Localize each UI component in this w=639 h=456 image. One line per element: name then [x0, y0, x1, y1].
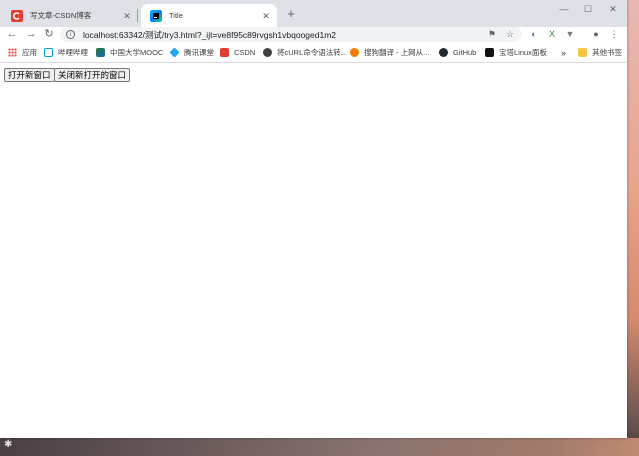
bookmark-bilibili[interactable]: 哔哩哔哩: [44, 46, 88, 59]
star-icon[interactable]: ☆: [504, 29, 516, 40]
close-window-icon[interactable]: ✕: [601, 3, 625, 15]
bookmark-curl[interactable]: 将cURL命令语法转...: [263, 46, 347, 59]
bookmark-sogou[interactable]: 搜狗翻译 - 上网从...: [350, 46, 429, 59]
tencent-icon: [169, 47, 180, 58]
webstorm-icon: [150, 9, 162, 22]
bookmark-github[interactable]: GitHub: [439, 46, 476, 59]
extension-icon[interactable]: ◐: [527, 27, 541, 42]
tab-title: Title: [169, 11, 183, 20]
minimize-icon[interactable]: —: [552, 3, 576, 15]
close-icon[interactable]: ✕: [261, 11, 271, 21]
tab-divider: [137, 9, 138, 22]
desktop-wallpaper-bottom: [0, 438, 639, 456]
menu-icon[interactable]: ⋮: [607, 27, 621, 42]
open-window-button[interactable]: 打开新窗口: [4, 68, 55, 82]
folder-icon: [578, 48, 587, 57]
bookmark-csdn[interactable]: CSDN: [220, 46, 255, 59]
tab-csdn[interactable]: 写文章-CSDN博客 ✕: [2, 4, 138, 27]
github-icon: [439, 48, 448, 57]
bookmarks-bar: 应用 哔哩哔哩 中国大学MOOC 腾讯课堂 CSDN 将cURL命令语法转...…: [0, 42, 627, 63]
close-icon[interactable]: ✕: [122, 11, 132, 21]
maximize-icon[interactable]: ☐: [576, 3, 600, 15]
bookmark-tencent[interactable]: 腾讯课堂: [169, 46, 214, 59]
apps-grid-icon: [8, 48, 17, 57]
browser-window: 写文章-CSDN博客 ✕ Title ✕ + — ☐ ✕ ← → ↻ i loc…: [0, 0, 627, 438]
mooc-icon: [96, 48, 105, 57]
tab-strip: 写文章-CSDN博客 ✕ Title ✕ + — ☐ ✕: [0, 0, 627, 27]
reload-icon[interactable]: ↻: [42, 27, 56, 42]
page-content: 打开新窗口 关闭新打开的窗口: [0, 63, 627, 438]
new-tab-button[interactable]: +: [283, 6, 299, 22]
toolbar: ← → ↻ i localhost:63342/测试/try3.html?_ij…: [0, 27, 627, 42]
globe-icon: [263, 48, 272, 57]
url-text: localhost:63342/测试/try3.html?_ijt=ve8f95…: [83, 29, 337, 40]
bookmark-apps[interactable]: 应用: [8, 46, 37, 59]
desktop-wallpaper: [627, 0, 639, 456]
translate-icon[interactable]: ⚑: [486, 29, 498, 40]
bookmarks-overflow-button[interactable]: »: [561, 46, 566, 59]
extension-v-icon[interactable]: ▼: [563, 27, 577, 42]
tab-title-page[interactable]: Title ✕: [141, 4, 277, 27]
profile-icon[interactable]: ●: [589, 27, 603, 42]
taskbar-icon[interactable]: ✱: [4, 438, 16, 452]
bt-icon: [485, 48, 494, 57]
bookmark-other[interactable]: 其他书签: [578, 46, 622, 59]
tab-title: 写文章-CSDN博客: [30, 11, 92, 20]
extension-x-icon[interactable]: X: [545, 27, 559, 42]
close-opened-window-button[interactable]: 关闭新打开的窗口: [54, 68, 131, 82]
csdn-icon: [220, 48, 229, 57]
back-icon[interactable]: ←: [5, 27, 19, 42]
bookmark-bt[interactable]: 宝塔Linux面板: [485, 46, 547, 59]
info-icon[interactable]: i: [66, 30, 75, 39]
forward-icon[interactable]: →: [24, 27, 38, 42]
bilibili-icon: [44, 48, 53, 57]
sogou-icon: [350, 48, 359, 57]
address-bar[interactable]: i localhost:63342/测试/try3.html?_ijt=ve8f…: [60, 27, 522, 42]
bookmark-mooc[interactable]: 中国大学MOOC: [96, 46, 163, 59]
csdn-icon: [11, 9, 23, 22]
